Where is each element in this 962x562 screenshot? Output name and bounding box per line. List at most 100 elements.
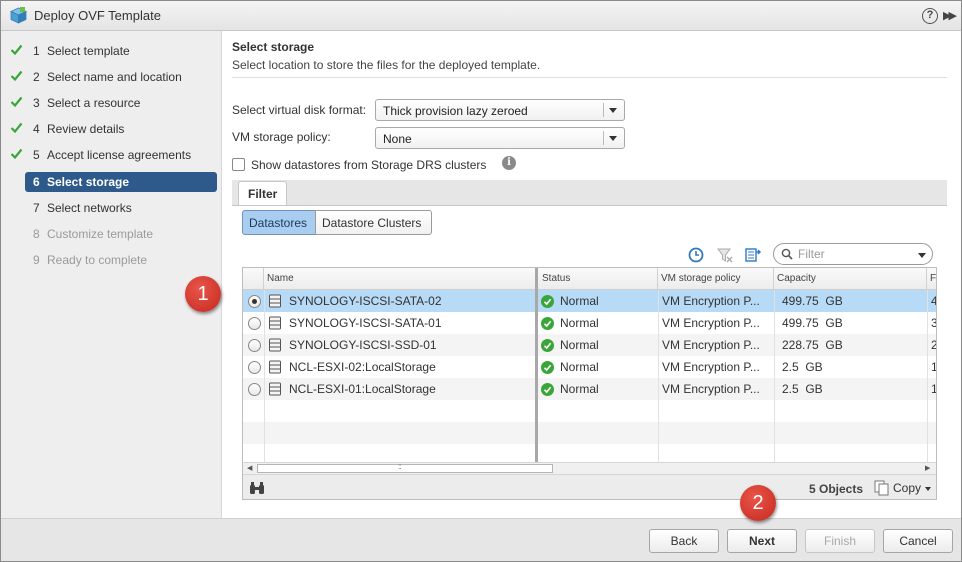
divider [232, 77, 947, 78]
scroll-left-icon[interactable]: ◀ [247, 464, 252, 472]
horizontal-scrollbar[interactable]: ◀ :: ▶ [243, 462, 936, 474]
cancel-button[interactable]: Cancel [883, 529, 953, 553]
datastore-name: NCL-ESXI-02:LocalStorage [289, 360, 436, 374]
filter-search-input[interactable] [796, 246, 906, 262]
back-button[interactable]: Back [649, 529, 719, 553]
datastore-name: NCL-ESXI-01:LocalStorage [289, 382, 436, 396]
datastore-icon [269, 316, 281, 330]
clear-filter-icon[interactable] [716, 246, 734, 264]
step-label: Select a resource [47, 96, 141, 110]
datastore-icon [269, 294, 281, 308]
row-radio[interactable] [248, 361, 261, 374]
datastore-status: Normal [560, 316, 599, 330]
info-icon[interactable]: i [502, 156, 516, 170]
grid-footer: 5 Objects Copy [243, 474, 936, 499]
scrollbar-thumb[interactable]: :: [257, 462, 553, 473]
step-label: Ready to complete [47, 253, 148, 267]
row-radio[interactable] [248, 383, 261, 396]
help-icon[interactable]: ? [922, 8, 938, 24]
datastore-free: 3 [931, 316, 936, 330]
datastores-toggle-label: Datastores [249, 216, 308, 230]
datastore-free: 1 [931, 382, 936, 396]
storage-policy-label: VM storage policy: [232, 130, 331, 144]
step-select-template[interactable]: 1 Select template [1, 41, 222, 61]
step-number: 6 [33, 175, 40, 189]
column-header-free[interactable]: F [927, 268, 936, 290]
refresh-clock-icon[interactable] [687, 246, 705, 264]
status-ok-icon [541, 339, 554, 352]
step-select-networks[interactable]: 7 Select networks [1, 198, 222, 218]
callout-marker-1: 1 [185, 276, 221, 312]
column-header-status[interactable]: Status [539, 268, 658, 290]
datastore-capacity: 2.5 GB [782, 382, 823, 396]
step-label: Select storage [47, 175, 130, 189]
expand-icon[interactable]: ▶▶ [943, 9, 957, 22]
datastore-capacity: 2.5 GB [782, 360, 823, 374]
table-row[interactable]: SYNOLOGY-ISCSI-SATA-01 Normal VM Encrypt… [243, 312, 936, 334]
disk-format-label: Select virtual disk format: [232, 103, 367, 117]
frozen-column-divider[interactable] [535, 268, 538, 462]
filter-search[interactable] [773, 243, 933, 265]
row-radio[interactable] [248, 339, 261, 352]
storage-policy-select[interactable]: None [375, 127, 625, 149]
grip-icon: :: [398, 462, 402, 471]
next-button[interactable]: Next [727, 529, 797, 553]
table-row[interactable]: NCL-ESXI-01:LocalStorage Normal VM Encry… [243, 378, 936, 400]
tabstrip-border [232, 205, 947, 206]
disk-format-value: Thick provision lazy zeroed [383, 104, 528, 118]
table-row[interactable]: NCL-ESXI-02:LocalStorage Normal VM Encry… [243, 356, 936, 378]
copy-icon[interactable] [874, 480, 889, 496]
datastores-grid: Name Status VM storage policy Capacity F… [242, 267, 937, 500]
empty-row [243, 444, 936, 462]
empty-row [243, 400, 936, 422]
datastore-policy: VM Encryption P... [662, 338, 760, 352]
column-header-select [243, 268, 264, 290]
column-divider [774, 290, 775, 462]
tab-filter[interactable]: Filter [238, 181, 287, 206]
step-select-name-location[interactable]: 2 Select name and location [1, 67, 222, 87]
datastores-toggle[interactable]: Datastores [242, 210, 316, 235]
step-label: Accept license agreements [47, 148, 192, 162]
checkmark-icon [10, 96, 23, 108]
datastore-capacity: 499.75 GB [782, 316, 843, 330]
row-radio[interactable] [248, 317, 261, 330]
datastore-status: Normal [560, 360, 599, 374]
copy-button[interactable]: Copy [893, 481, 921, 495]
disk-format-select[interactable]: Thick provision lazy zeroed [375, 99, 625, 121]
column-header-name[interactable]: Name [264, 268, 536, 290]
datastore-clusters-toggle[interactable]: Datastore Clusters [315, 210, 432, 235]
datastore-free: 4 [931, 294, 936, 308]
table-row[interactable]: SYNOLOGY-ISCSI-SATA-02 Normal VM Encrypt… [243, 290, 936, 312]
finish-button: Finish [805, 529, 875, 553]
show-drs-label[interactable]: Show datastores from Storage DRS cluster… [251, 158, 486, 172]
binoculars-icon[interactable] [249, 481, 265, 495]
row-radio[interactable] [248, 295, 261, 308]
step-number: 1 [33, 44, 40, 58]
chevron-down-icon[interactable] [918, 253, 926, 258]
step-review-details[interactable]: 4 Review details [1, 119, 222, 139]
status-ok-icon [541, 317, 554, 330]
checkmark-icon [10, 44, 23, 56]
table-row[interactable]: SYNOLOGY-ISCSI-SSD-01 Normal VM Encrypti… [243, 334, 936, 356]
chevron-down-icon [609, 108, 617, 113]
datastore-icon [269, 360, 281, 374]
step-customize-template: 8 Customize template [1, 224, 222, 244]
deploy-ovf-dialog: Deploy OVF Template ? ▶▶ 1 Select templa… [0, 0, 962, 562]
step-select-resource[interactable]: 3 Select a resource [1, 93, 222, 113]
search-icon [781, 248, 793, 260]
checkmark-icon [10, 122, 23, 134]
chevron-down-icon[interactable] [925, 487, 931, 491]
column-divider [264, 290, 265, 462]
datastore-capacity: 228.75 GB [782, 338, 843, 352]
step-accept-license[interactable]: 5 Accept license agreements [1, 145, 222, 165]
datastore-name: SYNOLOGY-ISCSI-SSD-01 [289, 338, 437, 352]
datastore-policy: VM Encryption P... [662, 294, 760, 308]
column-header-storage-policy[interactable]: VM storage policy [658, 268, 774, 290]
export-columns-icon[interactable] [744, 246, 762, 264]
column-header-capacity[interactable]: Capacity [774, 268, 927, 290]
scroll-right-icon[interactable]: ▶ [925, 464, 930, 472]
show-drs-checkbox[interactable] [232, 158, 245, 171]
step-label: Customize template [47, 227, 154, 241]
step-label: Review details [47, 122, 125, 136]
step-select-storage[interactable]: 6 Select storage [1, 172, 222, 192]
